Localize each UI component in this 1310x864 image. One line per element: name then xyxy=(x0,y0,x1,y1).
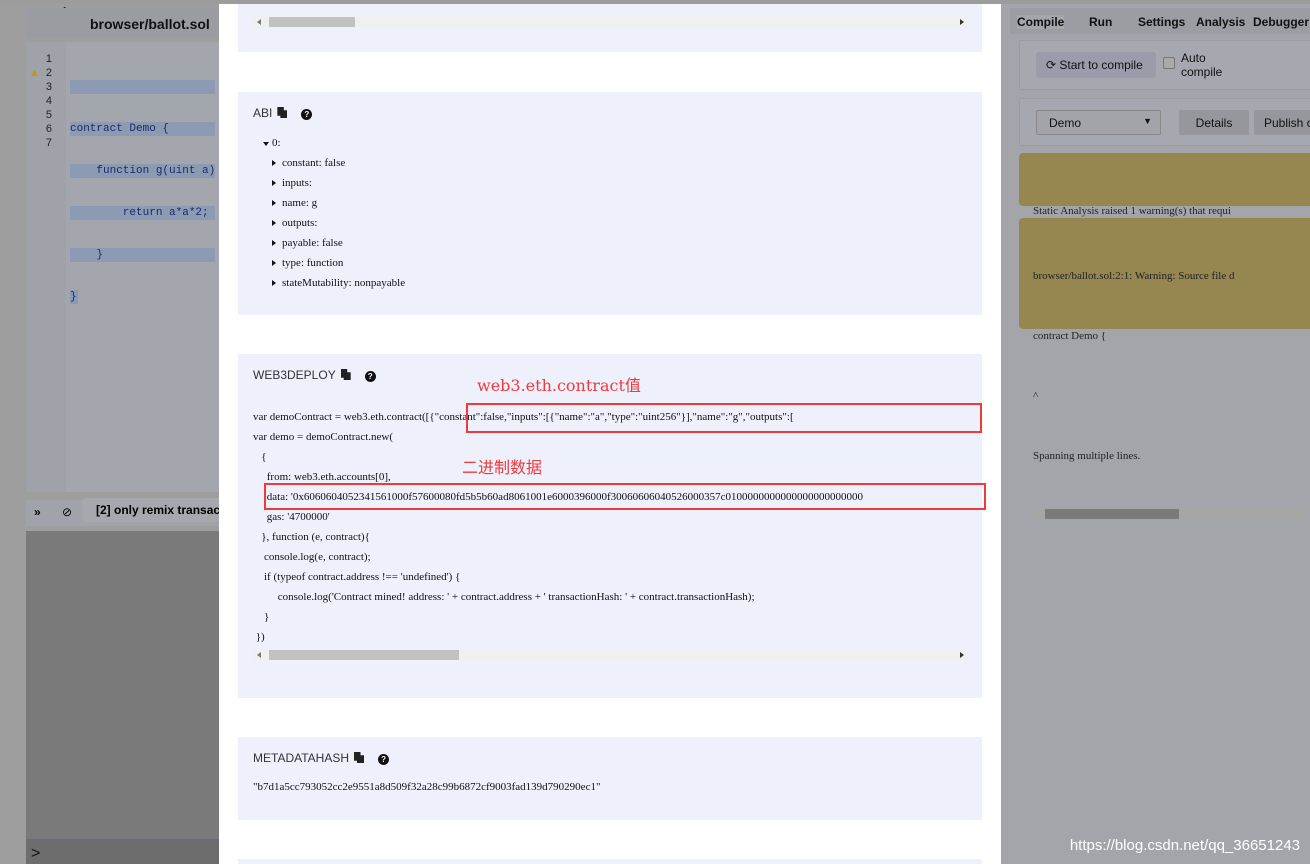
code-line: if (typeof contract.address !== 'undefin… xyxy=(253,571,461,583)
scrollbar[interactable] xyxy=(253,649,968,661)
code-line: return a*a*2; xyxy=(70,206,216,220)
watermark: https://blog.csdn.net/qq_36651243 xyxy=(1069,837,1300,854)
abi-item[interactable]: payable: false xyxy=(272,237,343,249)
line-number: 5 xyxy=(45,109,52,121)
line-number: 6 xyxy=(45,123,52,135)
highlight-box xyxy=(466,403,982,433)
start-compile-button[interactable]: ⟳ Start to compile xyxy=(1036,52,1156,78)
warning-text: contract Demo { xyxy=(1033,330,1107,342)
terminal-filter[interactable]: [2] only remix transac xyxy=(82,498,222,522)
right-tabs: Compile Run Settings Analysis Debugger xyxy=(1010,8,1310,34)
abi-item[interactable]: constant: false xyxy=(272,157,345,169)
tab-settings[interactable]: Settings xyxy=(1138,15,1185,29)
details-modal: ABI? 0: constant: false inputs: name: g … xyxy=(219,4,1001,864)
abi-title: ABI xyxy=(253,106,273,120)
abi-item[interactable]: inputs: xyxy=(272,177,312,189)
code-line: } xyxy=(253,611,270,623)
file-tab[interactable]: browser/ballot.sol xyxy=(90,16,210,32)
help-icon[interactable]: ? xyxy=(378,754,390,765)
tab-debugger[interactable]: Debugger xyxy=(1253,15,1309,29)
chevron-down-icon[interactable]: » xyxy=(34,505,41,519)
code-line: console.log('Contract mined! address: ' … xyxy=(253,591,755,603)
abi-root[interactable]: 0: xyxy=(263,137,281,149)
contract-box: Demo ▼ Details Publish o xyxy=(1019,98,1310,146)
abi-item[interactable]: name: g xyxy=(272,197,317,209)
line-number: 4 xyxy=(45,95,52,107)
code-line: gas: '4700000' xyxy=(253,511,330,523)
code-line: }) xyxy=(253,631,265,643)
highlight-box xyxy=(264,483,986,510)
copy-icon[interactable] xyxy=(354,752,365,763)
warning-icon: ▲ xyxy=(29,67,40,79)
warning-text: browser/ballot.sol:2:1: Warning: Source … xyxy=(1033,270,1235,282)
compile-warning: browser/ballot.sol:2:1: Warning: Source … xyxy=(1019,218,1310,520)
next-panel xyxy=(238,859,982,864)
code-line: console.log(e, contract); xyxy=(253,551,371,563)
code-line: function g(uint a) xyxy=(70,164,216,178)
line-number: ▲ 2 xyxy=(29,67,52,79)
compile-box: ⟳ Start to compile Auto compile xyxy=(1019,40,1310,90)
terminal-output xyxy=(26,531,219,838)
web3deploy-title: WEB3DEPLOY xyxy=(253,368,336,382)
line-number: 1 xyxy=(45,53,52,65)
line-number: 3 xyxy=(45,81,52,93)
abi-item[interactable]: outputs: xyxy=(272,217,317,229)
code-line xyxy=(70,80,216,94)
line-number: 7 xyxy=(45,137,52,149)
copy-icon[interactable] xyxy=(340,369,351,380)
code-line: var demo = demoContract.new( xyxy=(253,431,393,443)
bytecode-panel xyxy=(238,4,982,52)
code-line: contract Demo { xyxy=(70,122,216,136)
metadatahash-title: METADATAHASH xyxy=(253,751,350,765)
copy-icon[interactable] xyxy=(277,107,288,118)
line-gutter: 1 ▲ 2 3 4 5 6 7 xyxy=(26,42,66,492)
abi-panel: ABI? 0: constant: false inputs: name: g … xyxy=(238,92,982,315)
tab-run[interactable]: Run xyxy=(1089,15,1112,29)
annotation-label: web3.eth.contract值 xyxy=(477,376,641,395)
metadatahash-panel: METADATAHASH? "b7d1a5cc793052cc2e9551a8d… xyxy=(238,737,982,820)
warning-text: ^ xyxy=(1033,390,1039,402)
code-content[interactable]: contract Demo { function g(uint a) retur… xyxy=(70,52,216,332)
details-button[interactable]: Details xyxy=(1179,110,1249,135)
scrollbar[interactable] xyxy=(1033,508,1305,520)
auto-compile-checkbox[interactable] xyxy=(1163,57,1175,69)
scrollbar[interactable] xyxy=(253,16,968,28)
warning-text: Spanning multiple lines. xyxy=(1033,450,1141,462)
static-analysis-warning: Static Analysis raised 1 warning(s) that… xyxy=(1019,153,1310,275)
abi-item[interactable]: stateMutability: nonpayable xyxy=(272,277,405,289)
terminal-input[interactable]: > xyxy=(26,838,219,864)
help-icon[interactable]: ? xyxy=(301,109,313,120)
help-icon[interactable]: ? xyxy=(364,371,376,382)
annotation-label: 二进制数据 xyxy=(462,458,543,477)
code-line: { xyxy=(253,451,267,463)
code-line: } xyxy=(70,248,216,262)
clear-icon[interactable]: ⊘ xyxy=(62,505,72,519)
code-editor[interactable]: 1 ▲ 2 3 4 5 6 7 contract Demo { function … xyxy=(26,42,219,492)
publish-button[interactable]: Publish o xyxy=(1254,110,1310,135)
auto-compile-label: Auto compile xyxy=(1181,51,1223,79)
contract-select[interactable]: Demo ▼ xyxy=(1036,110,1161,135)
terminal-toolbar: » ⊘ [2] only remix transac xyxy=(26,498,222,526)
editor-tabbar: browser/ballot.sol xyxy=(26,8,219,38)
dropdown-icon: ▼ xyxy=(1143,116,1152,126)
tab-compile[interactable]: Compile xyxy=(1017,15,1065,29)
code-line: from: web3.eth.accounts[0], xyxy=(253,471,391,483)
tab-analysis[interactable]: Analysis xyxy=(1196,15,1245,29)
code-line: } xyxy=(70,290,78,304)
metadatahash-value: "b7d1a5cc793052cc2e9551a8d509f32a28c99b6… xyxy=(253,781,601,793)
abi-item[interactable]: type: function xyxy=(272,257,343,269)
code-line: }, function (e, contract){ xyxy=(253,531,370,543)
prompt: > xyxy=(31,845,41,862)
